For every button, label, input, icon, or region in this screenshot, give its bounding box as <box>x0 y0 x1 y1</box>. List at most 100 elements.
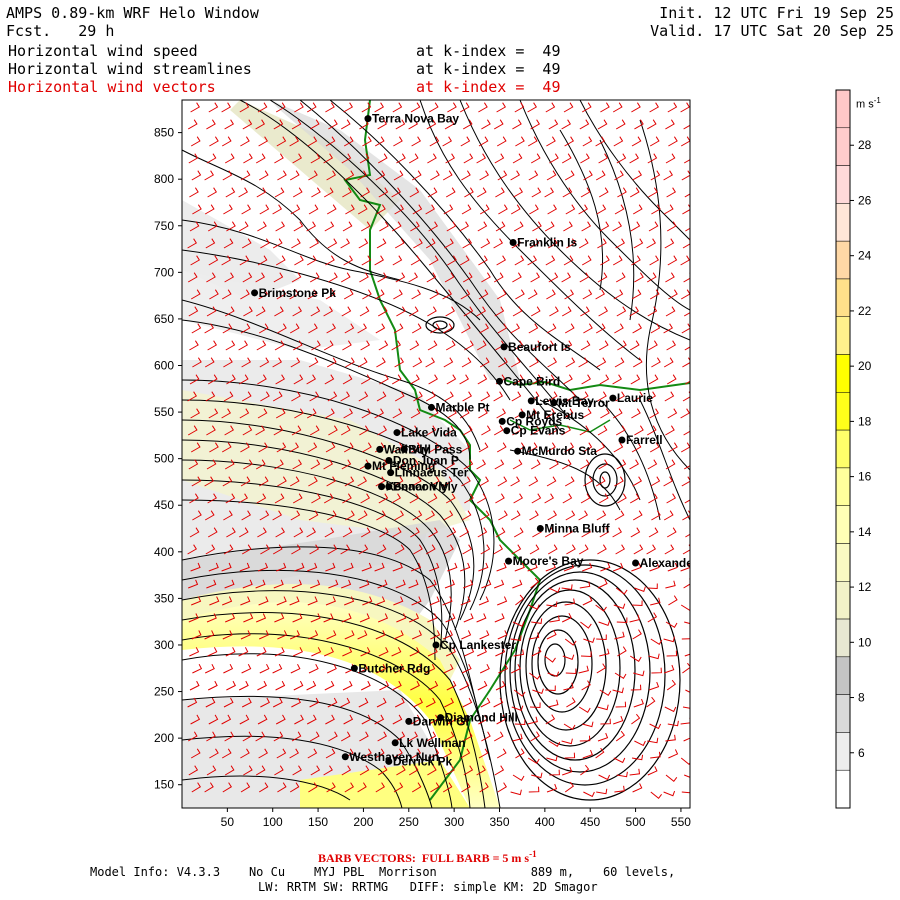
y-tick-label: 550 <box>154 405 174 419</box>
colorbar-label: 22 <box>858 304 872 318</box>
colorbar-swatch <box>835 392 851 431</box>
place-label: Laurie <box>617 391 653 405</box>
colorbar-label: 20 <box>858 359 872 373</box>
place-label: Franklin Is <box>517 236 577 250</box>
place-marker <box>609 394 617 402</box>
colorbar-label: 12 <box>858 580 872 594</box>
place-label: Marble Pt <box>435 400 489 414</box>
place-marker <box>405 717 413 725</box>
place-marker <box>550 399 558 407</box>
colorbar-swatch <box>835 543 851 582</box>
colorbar-swatch <box>835 732 851 771</box>
y-tick-label: 600 <box>154 359 174 373</box>
place-marker <box>378 483 386 491</box>
colorbar-swatch <box>835 505 851 544</box>
place-label: Beaufort Is <box>508 340 571 354</box>
place-marker <box>498 417 506 425</box>
place-marker <box>350 664 358 672</box>
place-marker <box>536 525 544 533</box>
y-tick-label: 400 <box>154 545 174 559</box>
place-marker <box>632 559 640 567</box>
y-tick-label: 200 <box>154 731 174 745</box>
wind-map: Terra Nova Bay Franklin Is Brimstone Pk Bea… <box>154 89 872 829</box>
place-marker <box>376 445 384 453</box>
place-label: McMurdo Sta <box>522 444 598 458</box>
place-marker <box>437 714 445 722</box>
x-tick-label: 350 <box>489 815 509 829</box>
colorbar-swatch <box>835 581 851 620</box>
place-marker <box>427 403 435 411</box>
place-label: Lk Wellman <box>399 736 465 750</box>
place-marker <box>514 447 522 455</box>
place-marker <box>500 343 508 351</box>
place-marker <box>432 641 440 649</box>
place-marker <box>505 557 513 565</box>
physics-info: LW: RRTM SW: RRTMG DIFF: simple KM: 2D S… <box>258 880 598 894</box>
y-axis: 850 800 750 700 650 600 550 500 450 400 350 300 250 2… <box>154 126 182 792</box>
colorbar-label: 8 <box>858 691 865 705</box>
x-tick-label: 250 <box>399 815 419 829</box>
place-marker <box>400 445 408 453</box>
place-label: Linnaeus Ter <box>395 466 469 480</box>
colorbar-label: 26 <box>858 193 872 207</box>
place-label: Diamond Hill <box>445 711 518 725</box>
colorbar-label: 24 <box>858 249 872 263</box>
place-label: Terra Nova Bay <box>372 112 459 126</box>
colorbar-swatch <box>835 278 851 317</box>
place-marker <box>527 397 535 405</box>
place-label: Cp Lankester <box>440 638 516 652</box>
place-label: Brimstone Pk <box>259 286 337 300</box>
place-marker <box>391 739 399 747</box>
colorbar-swatch <box>835 316 851 355</box>
x-tick-label: 100 <box>263 815 283 829</box>
x-axis: 50 100 150 200 250 300 350 400 450 500 550 <box>221 808 691 829</box>
colorbar-swatch <box>835 89 851 129</box>
place-label: Minna Bluff <box>544 522 610 536</box>
colorbar-swatch <box>835 769 851 809</box>
barb-note: BARB VECTORS: FULL BARB = 5 m s-1 <box>318 849 537 865</box>
colorbar: 6 8 10 12 14 16 18 20 22 24 26 28 <box>835 89 872 809</box>
colorbar-swatch <box>835 127 851 166</box>
place-marker <box>364 115 372 123</box>
colorbar-label: 14 <box>858 525 872 539</box>
x-tick-label: 150 <box>308 815 328 829</box>
place-marker <box>387 469 395 477</box>
place-marker <box>364 462 372 470</box>
place-marker <box>518 411 526 419</box>
x-tick-label: 550 <box>671 815 691 829</box>
y-tick-label: 300 <box>154 638 174 652</box>
place-marker <box>341 753 349 761</box>
place-marker <box>496 377 503 385</box>
y-tick-label: 500 <box>154 452 174 466</box>
colorbar-swatch <box>835 467 851 506</box>
x-tick-label: 300 <box>444 815 464 829</box>
place-marker <box>251 289 259 297</box>
x-tick-label: 400 <box>535 815 555 829</box>
place-marker <box>509 239 517 247</box>
y-tick-label: 650 <box>154 312 174 326</box>
y-tick-label: 800 <box>154 172 174 186</box>
colorbar-label: 16 <box>858 470 872 484</box>
x-tick-label: 500 <box>626 815 646 829</box>
place-label: Butcher Rdg <box>358 661 430 675</box>
x-tick-label: 50 <box>221 815 235 829</box>
place-label: Cape Bird <box>504 374 561 388</box>
model-info: Model Info: V4.3.3 No Cu MYJ PBL Morriso… <box>90 865 676 879</box>
colorbar-swatch <box>835 354 851 393</box>
colorbar-label: 10 <box>858 635 872 649</box>
y-tick-label: 150 <box>154 778 174 792</box>
place-marker <box>393 429 401 437</box>
colorbar-label: 6 <box>858 746 865 760</box>
place-label: Beacon Vly <box>393 480 458 494</box>
place-label: Cp Evans <box>511 424 566 438</box>
place-label: Alexander <box>640 556 698 570</box>
place-marker <box>503 427 511 435</box>
place-marker <box>618 436 626 444</box>
colorbar-swatch <box>835 618 851 658</box>
place-label: Derrick Pk <box>393 754 453 768</box>
y-tick-label: 850 <box>154 126 174 140</box>
colorbar-label: 28 <box>858 138 872 152</box>
colorbar-unit: m s-1 <box>856 96 881 111</box>
place-marker <box>385 757 393 765</box>
x-tick-label: 200 <box>353 815 373 829</box>
